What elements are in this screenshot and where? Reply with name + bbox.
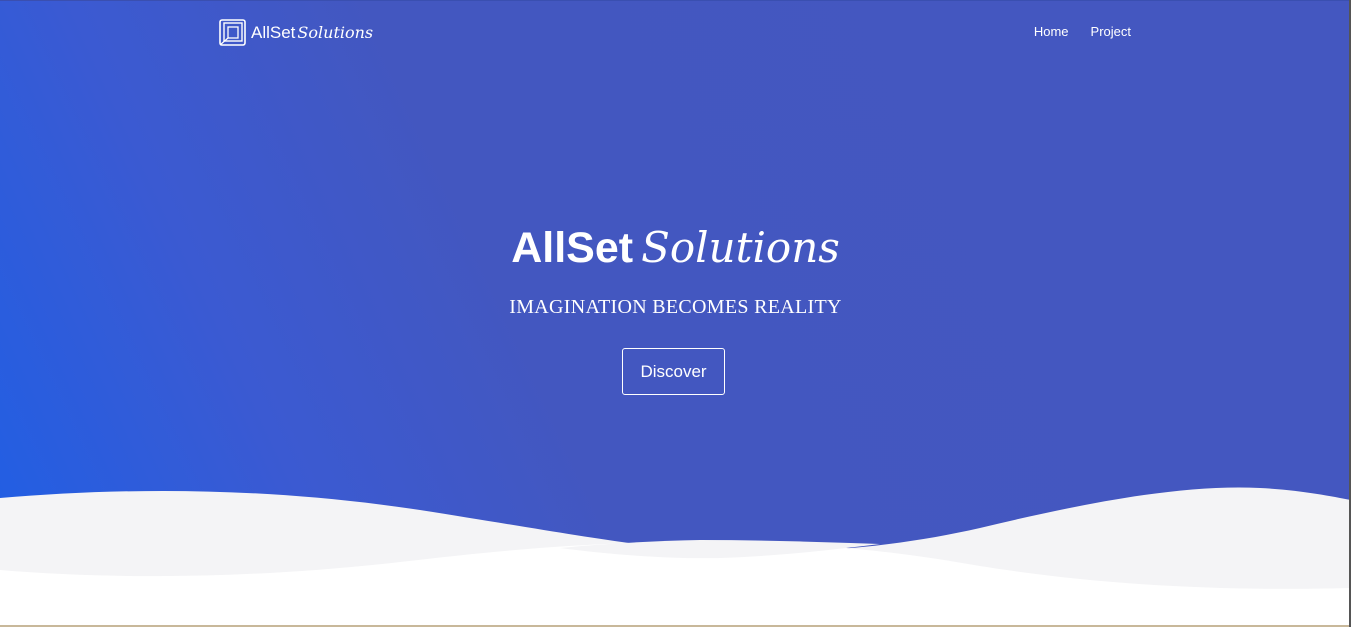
- hero-content: AllSet Solutions IMAGINATION BECOMES REAL…: [0, 222, 1351, 322]
- nav-link-home[interactable]: Home: [1034, 24, 1069, 39]
- hero-title-script: Solutions: [641, 223, 840, 272]
- hero-wave-divider: [0, 487, 1351, 627]
- hero-section: AllSet Solutions Home Project AllSet Solut…: [0, 0, 1351, 627]
- hero-title-main: AllSet: [511, 224, 634, 272]
- top-border: [0, 0, 1351, 1]
- brand-logo-link[interactable]: AllSet Solutions: [219, 18, 373, 46]
- navbar: AllSet Solutions Home Project: [219, 18, 1131, 48]
- brand-name: AllSet Solutions: [251, 24, 373, 41]
- nav-link-project[interactable]: Project: [1091, 24, 1131, 39]
- nav-links: Home Project: [1034, 24, 1131, 39]
- hero-tagline: IMAGINATION BECOMES REALITY: [509, 296, 842, 318]
- brand-name-main: AllSet: [251, 22, 296, 42]
- hero-title: AllSet Solutions: [0, 222, 1351, 274]
- book-frame-icon: [219, 18, 246, 46]
- page: AllSet Solutions Home Project AllSet Solut…: [0, 0, 1351, 627]
- discover-button[interactable]: Discover: [622, 348, 725, 395]
- brand-name-script: Solutions: [297, 22, 374, 42]
